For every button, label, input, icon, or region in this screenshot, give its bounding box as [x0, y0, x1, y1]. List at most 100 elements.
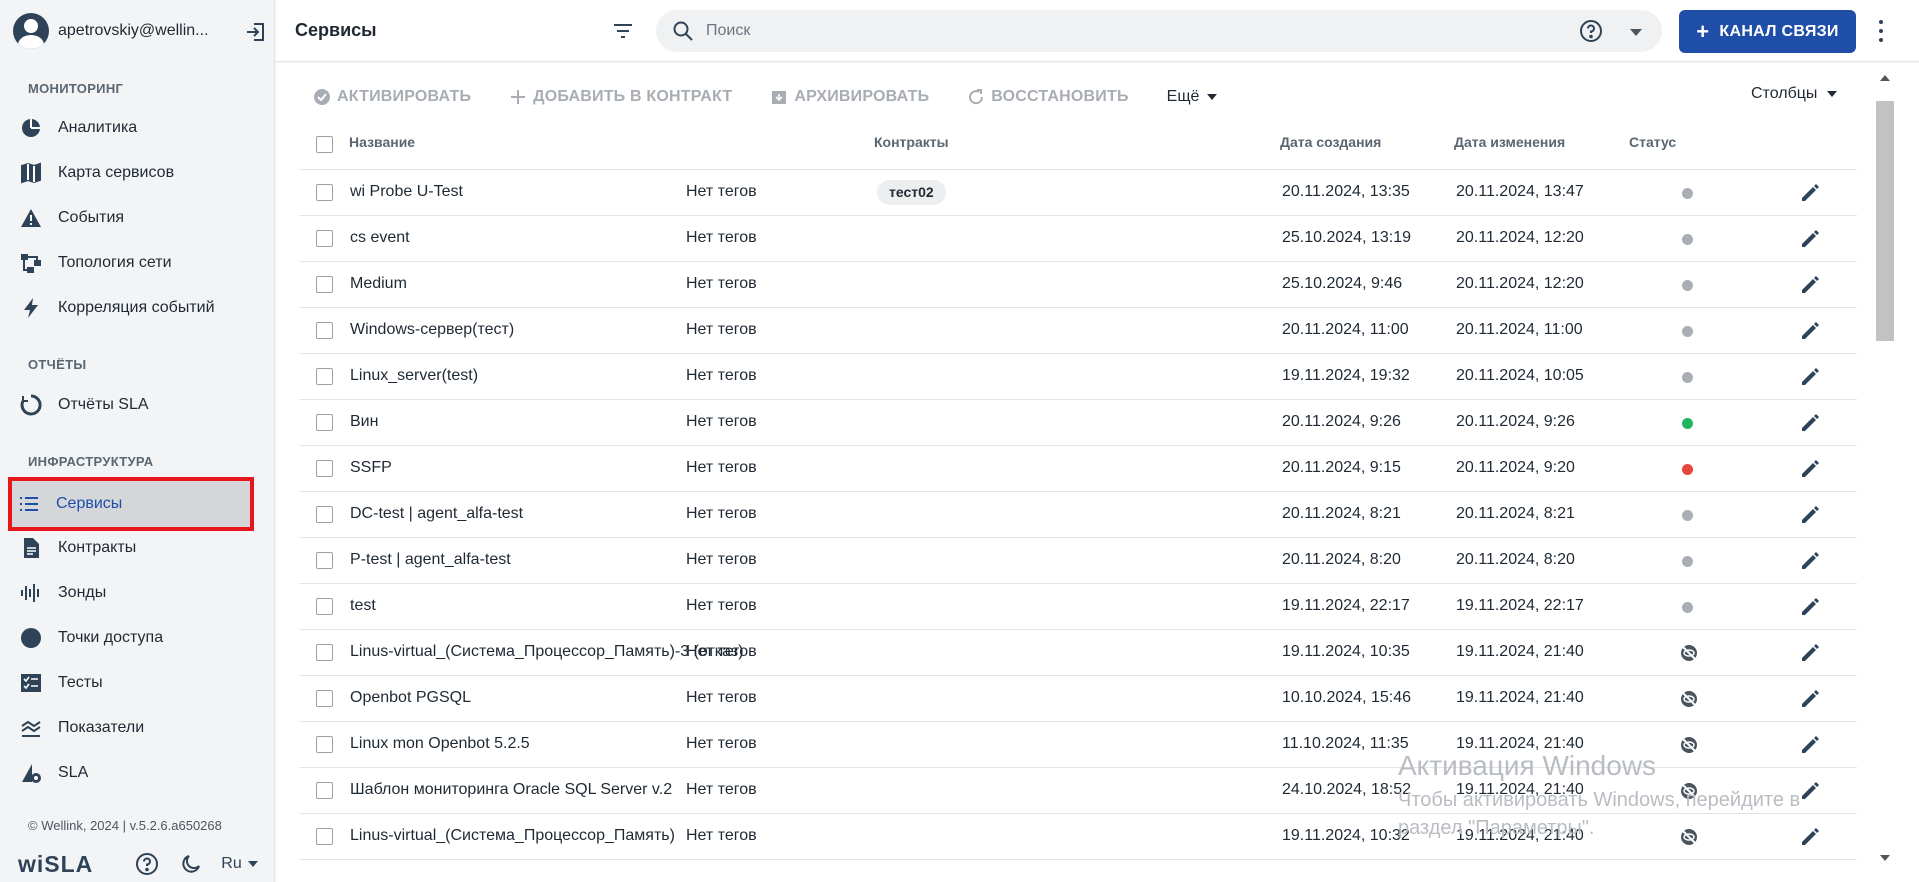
column-name[interactable]: Название	[349, 134, 415, 150]
service-name[interactable]: Linux mon Openbot 5.2.5	[350, 735, 530, 753]
search-options-chevron-icon[interactable]	[1630, 29, 1642, 36]
sidebar-item-metrics[interactable]: Показатели	[13, 706, 253, 750]
edit-icon[interactable]	[1799, 366, 1821, 388]
service-name[interactable]: Openbot PGSQL	[350, 689, 471, 707]
more-vert-icon[interactable]	[1878, 20, 1884, 42]
row-checkbox[interactable]	[316, 736, 333, 753]
service-name[interactable]: P-test | agent_alfa-test	[350, 551, 511, 569]
restore-button[interactable]: ВОССТАНОВИТЬ	[967, 88, 1128, 106]
table-row[interactable]: cs event Нет тегов 25.10.2024, 13:19 20.11.…	[299, 216, 1857, 262]
dark-mode-icon[interactable]	[179, 852, 203, 876]
add-channel-button[interactable]: + КАНАЛ СВЯЗИ	[1679, 10, 1856, 53]
search-help-icon[interactable]	[1579, 19, 1603, 43]
service-name[interactable]: SSFP	[350, 459, 392, 477]
table-row[interactable]: Linux mon Openbot 5.2.5 Нет тегов 11.10.20…	[299, 722, 1857, 768]
row-checkbox[interactable]	[316, 598, 333, 615]
sidebar-item-access-points[interactable]: Точки доступа	[13, 616, 253, 660]
add-to-contract-button[interactable]: ДОБАВИТЬ В КОНТРАКТ	[509, 88, 732, 106]
row-checkbox[interactable]	[316, 552, 333, 569]
archive-button[interactable]: АРХИВИРОВАТЬ	[770, 88, 929, 106]
row-checkbox[interactable]	[316, 230, 333, 247]
search-input[interactable]	[706, 19, 1506, 43]
edit-icon[interactable]	[1799, 412, 1821, 434]
edit-icon[interactable]	[1799, 734, 1821, 756]
row-checkbox[interactable]	[316, 782, 333, 799]
activate-button[interactable]: АКТИВИРОВАТЬ	[313, 88, 471, 106]
service-name[interactable]: Windows-сервер(тест)	[350, 321, 514, 339]
row-checkbox[interactable]	[316, 460, 333, 477]
edit-icon[interactable]	[1799, 596, 1821, 618]
help-icon[interactable]	[135, 852, 159, 876]
column-contracts[interactable]: Контракты	[874, 134, 949, 150]
service-name[interactable]: test	[350, 597, 376, 615]
table-row[interactable]: Вин Нет тегов 20.11.2024, 9:26 20.11.2024, …	[299, 400, 1857, 446]
sidebar-item-sla-reports[interactable]: Отчёты SLA	[13, 383, 253, 427]
service-name[interactable]: Вин	[350, 413, 378, 431]
logout-icon[interactable]	[244, 20, 268, 44]
table-row[interactable]: Шаблон мониторинга Oracle SQL Server v.2…	[299, 768, 1857, 814]
scroll-up-arrow-icon[interactable]	[1880, 75, 1890, 81]
row-checkbox[interactable]	[316, 690, 333, 707]
table-row[interactable]: Openbot PGSQL Нет тегов 10.10.2024, 15:46 1…	[299, 676, 1857, 722]
sidebar-item-service-map[interactable]: Карта сервисов	[13, 151, 253, 195]
sidebar-item-analytics[interactable]: Аналитика	[13, 106, 253, 150]
sidebar-item-probes[interactable]: Зонды	[13, 571, 253, 615]
table-row[interactable]: SSFP Нет тегов 20.11.2024, 9:15 20.11.2024,…	[299, 446, 1857, 492]
service-name[interactable]: Linux_server(test)	[350, 367, 478, 385]
row-checkbox[interactable]	[316, 414, 333, 431]
row-checkbox[interactable]	[316, 322, 333, 339]
row-checkbox[interactable]	[316, 506, 333, 523]
edit-icon[interactable]	[1799, 228, 1821, 250]
row-checkbox[interactable]	[316, 828, 333, 845]
edit-icon[interactable]	[1799, 642, 1821, 664]
table-row[interactable]: P-test | agent_alfa-test Нет тегов 20.11.2…	[299, 538, 1857, 584]
sidebar-item-event-correlation[interactable]: Корреляция событий	[13, 286, 253, 330]
service-name[interactable]: Linus-virtual_(Система_Процессор_Память)…	[350, 643, 744, 661]
table-row[interactable]: Linus-virtual_(Система_Процессор_Память)…	[299, 630, 1857, 676]
column-created[interactable]: Дата создания	[1280, 134, 1381, 150]
edit-icon[interactable]	[1799, 274, 1821, 296]
filter-icon[interactable]	[611, 19, 635, 43]
service-name[interactable]: Medium	[350, 275, 407, 293]
edit-icon[interactable]	[1799, 458, 1821, 480]
language-select[interactable]: Ru	[221, 855, 258, 873]
edit-icon[interactable]	[1799, 182, 1821, 204]
service-name[interactable]: Linus-virtual_(Система_Процессор_Память)	[350, 827, 675, 845]
table-row[interactable]: Linus-virtual_(Система_Процессор_Память)…	[299, 814, 1857, 860]
sidebar-item-tests[interactable]: Тесты	[13, 661, 253, 705]
row-checkbox[interactable]	[316, 644, 333, 661]
more-actions-button[interactable]: Ещё	[1167, 88, 1218, 106]
row-checkbox[interactable]	[316, 184, 333, 201]
service-name[interactable]: DC-test | agent_alfa-test	[350, 505, 523, 523]
edit-icon[interactable]	[1799, 320, 1821, 342]
column-status[interactable]: Статус	[1629, 134, 1676, 150]
table-row[interactable]: DC-test | agent_alfa-test Нет тегов 20.11.…	[299, 492, 1857, 538]
sidebar-item-sla[interactable]: SLA	[13, 751, 253, 795]
edit-icon[interactable]	[1799, 780, 1821, 802]
scroll-down-arrow-icon[interactable]	[1880, 855, 1890, 861]
column-modified[interactable]: Дата изменения	[1454, 134, 1565, 150]
sidebar-item-services[interactable]: Сервисы	[8, 477, 254, 531]
table-row[interactable]: Linux_server(test) Нет тегов 19.11.2024, 1…	[299, 354, 1857, 400]
table-row[interactable]: wi Probe U-Test Нет тегов тест02 20.11.2024…	[299, 170, 1857, 216]
sidebar-item-events[interactable]: События	[13, 196, 253, 240]
service-name[interactable]: wi Probe U-Test	[350, 183, 463, 201]
row-checkbox[interactable]	[316, 368, 333, 385]
table-row[interactable]: test Нет тегов 19.11.2024, 22:17 19.11.2024…	[299, 584, 1857, 630]
sidebar-item-contracts[interactable]: Контракты	[13, 526, 253, 570]
columns-button[interactable]: Столбцы	[1751, 85, 1838, 103]
contract-tag[interactable]: тест02	[877, 180, 946, 205]
table-row[interactable]: Medium Нет тегов 25.10.2024, 9:46 20.11.202…	[299, 262, 1857, 308]
edit-icon[interactable]	[1799, 504, 1821, 526]
service-name[interactable]: Шаблон мониторинга Oracle SQL Server v.2	[350, 781, 672, 799]
vertical-scrollbar[interactable]	[1873, 63, 1895, 882]
edit-icon[interactable]	[1799, 826, 1821, 848]
select-all-checkbox[interactable]	[316, 136, 333, 153]
service-name[interactable]: cs event	[350, 229, 410, 247]
edit-icon[interactable]	[1799, 688, 1821, 710]
row-checkbox[interactable]	[316, 276, 333, 293]
user-menu[interactable]: apetrovskiy@wellin...	[13, 12, 268, 50]
table-row[interactable]: Windows-сервер(тест) Нет тегов 20.11.2024,…	[299, 308, 1857, 354]
sidebar-item-topology[interactable]: Топология сети	[13, 241, 253, 285]
edit-icon[interactable]	[1799, 550, 1821, 572]
